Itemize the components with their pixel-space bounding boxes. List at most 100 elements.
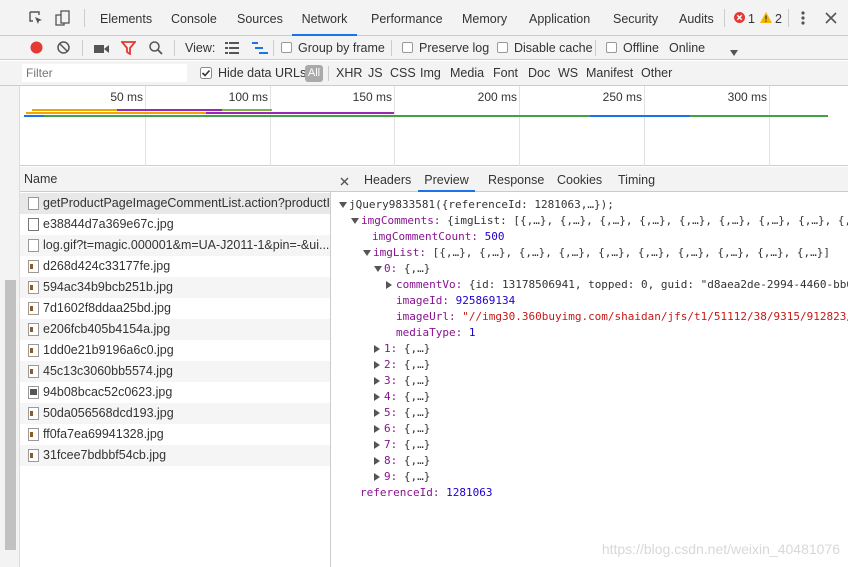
tab-cookies[interactable]: Cookies <box>557 167 602 192</box>
request-row[interactable]: 50da056568dcd193.jpg <box>20 403 330 424</box>
screenshot-camera-icon[interactable] <box>94 43 109 53</box>
request-row[interactable]: e206fcb405b4154a.jpg <box>20 319 330 340</box>
expand-arrow-icon[interactable] <box>374 393 380 401</box>
type-filter-all[interactable]: All <box>305 65 323 82</box>
request-row[interactable]: getProductPageImageCommentList.action?pr… <box>20 193 330 214</box>
large-rows-icon[interactable] <box>225 42 239 54</box>
type-filter-css[interactable]: CSS <box>390 61 416 86</box>
error-icon[interactable] <box>734 12 745 23</box>
type-filter-manifest[interactable]: Manifest <box>586 61 633 86</box>
tree-node-item-0[interactable]: 0: {,…} <box>374 261 430 277</box>
tab-performance[interactable]: Performance <box>371 0 443 36</box>
request-row[interactable]: 31fcee7bdbbf54cb.jpg <box>20 445 330 466</box>
tab-network[interactable]: Network <box>292 0 357 36</box>
close-icon[interactable] <box>825 12 837 24</box>
request-row[interactable]: 45c13c3060bb5574.jpg <box>20 361 330 382</box>
group-by-frame-label[interactable]: Group by frame <box>298 36 385 60</box>
tab-security[interactable]: Security <box>613 0 658 36</box>
tree-node-item[interactable]: 1: {,…} <box>374 341 430 357</box>
type-filter-img[interactable]: Img <box>420 61 441 86</box>
tab-headers[interactable]: Headers <box>364 167 411 192</box>
request-row[interactable]: ff0fa7ea69941328.jpg <box>20 424 330 445</box>
tab-application[interactable]: Application <box>529 0 590 36</box>
chevron-down-icon[interactable] <box>730 45 738 56</box>
request-row[interactable]: 594ac34b9bcb251b.jpg <box>20 277 330 298</box>
hide-data-urls-checkbox[interactable] <box>200 67 212 79</box>
type-filter-doc[interactable]: Doc <box>528 61 550 86</box>
expand-arrow-icon[interactable] <box>374 425 380 433</box>
warning-count[interactable]: 2 <box>775 0 782 36</box>
throttling-select[interactable]: Online <box>669 36 705 60</box>
offline-checkbox[interactable] <box>606 42 617 53</box>
request-row[interactable]: 7d1602f8ddaa25bd.jpg <box>20 298 330 319</box>
expand-arrow-icon[interactable] <box>374 457 380 465</box>
expand-arrow-icon[interactable] <box>374 473 380 481</box>
tab-sources[interactable]: Sources <box>237 0 283 36</box>
disable-cache-label[interactable]: Disable cache <box>514 36 593 60</box>
expand-arrow-icon[interactable] <box>363 250 371 256</box>
filter-input[interactable] <box>22 64 187 82</box>
request-row[interactable]: 94b08bcac52c0623.jpg <box>20 382 330 403</box>
column-header-name[interactable]: Name <box>20 167 331 192</box>
type-filter-ws[interactable]: WS <box>558 61 578 86</box>
expand-arrow-icon[interactable] <box>374 441 380 449</box>
more-options-icon[interactable] <box>801 11 805 25</box>
tree-node-comment-vo[interactable]: commentVo: {id: 13178506941, topped: 0, … <box>386 277 848 293</box>
tree-node-item[interactable]: 3: {,…} <box>374 373 430 389</box>
type-filter-js[interactable]: JS <box>368 61 383 86</box>
tab-audits[interactable]: Audits <box>679 0 714 36</box>
expand-arrow-icon[interactable] <box>374 345 380 353</box>
timeline-overview[interactable]: 50 ms 100 ms 150 ms 200 ms 250 ms 300 ms <box>20 86 848 166</box>
hide-data-urls-label[interactable]: Hide data URLs <box>218 61 306 86</box>
request-row[interactable]: 1dd0e21b9196a6c0.jpg <box>20 340 330 361</box>
tree-node-root[interactable]: jQuery9833581({referenceId: 1281063,…}); <box>339 197 614 213</box>
record-icon[interactable] <box>30 41 43 54</box>
error-count[interactable]: 1 <box>748 0 755 36</box>
warning-icon[interactable] <box>760 12 772 23</box>
preserve-log-label[interactable]: Preserve log <box>419 36 489 60</box>
type-filter-font[interactable]: Font <box>493 61 518 86</box>
tab-preview[interactable]: Preview <box>418 167 475 192</box>
device-toolbar-icon[interactable] <box>55 10 71 26</box>
expand-arrow-icon[interactable] <box>339 202 347 208</box>
tab-memory[interactable]: Memory <box>462 0 507 36</box>
tree-node-item[interactable]: 7: {,…} <box>374 437 430 453</box>
type-filter-media[interactable]: Media <box>450 61 484 86</box>
waterfall-overview-icon[interactable] <box>252 42 268 54</box>
tree-node-item[interactable]: 6: {,…} <box>374 421 430 437</box>
tree-node-item[interactable]: 5: {,…} <box>374 405 430 421</box>
inspect-element-icon[interactable] <box>29 11 43 25</box>
detail-tab-bar: Headers Preview Response Cookies Timing <box>331 167 848 192</box>
expand-arrow-icon[interactable] <box>351 218 359 224</box>
request-row[interactable]: log.gif?t=magic.000001&m=UA-J2011-1&pin=… <box>20 235 330 256</box>
type-filter-other[interactable]: Other <box>641 61 672 86</box>
expand-arrow-icon[interactable] <box>374 377 380 385</box>
tab-elements[interactable]: Elements <box>100 0 152 36</box>
clear-icon[interactable] <box>57 41 70 54</box>
scrollbar[interactable] <box>0 86 20 567</box>
expand-arrow-icon[interactable] <box>374 266 382 272</box>
expand-arrow-icon[interactable] <box>374 361 380 369</box>
tab-console[interactable]: Console <box>171 0 217 36</box>
disable-cache-checkbox[interactable] <box>497 42 508 53</box>
tree-node-img-list[interactable]: imgList: [{,…}, {,…}, {,…}, {,…}, {,…}, … <box>363 245 830 261</box>
request-row[interactable]: e38844d7a369e67c.jpg <box>20 214 330 235</box>
expand-arrow-icon[interactable] <box>374 409 380 417</box>
tree-node-item[interactable]: 8: {,…} <box>374 453 430 469</box>
expand-arrow-icon[interactable] <box>386 281 392 289</box>
filter-funnel-icon[interactable] <box>120 41 137 56</box>
tab-response[interactable]: Response <box>488 167 544 192</box>
preserve-log-checkbox[interactable] <box>402 42 413 53</box>
offline-label[interactable]: Offline <box>623 36 659 60</box>
type-filter-xhr[interactable]: XHR <box>336 61 362 86</box>
request-row[interactable]: d268d424c33177fe.jpg <box>20 256 330 277</box>
tab-timing[interactable]: Timing <box>618 167 655 192</box>
group-by-frame-checkbox[interactable] <box>281 42 292 53</box>
scrollbar-thumb[interactable] <box>5 280 16 550</box>
close-icon[interactable] <box>340 175 349 186</box>
tree-node-item[interactable]: 4: {,…} <box>374 389 430 405</box>
tree-node-img-comments[interactable]: imgComments: {imgList: [{,…}, {,…}, {,…}… <box>351 213 848 229</box>
tree-node-item[interactable]: 9: {,…} <box>374 469 430 485</box>
tree-node-item[interactable]: 2: {,…} <box>374 357 430 373</box>
search-icon[interactable] <box>149 41 163 55</box>
